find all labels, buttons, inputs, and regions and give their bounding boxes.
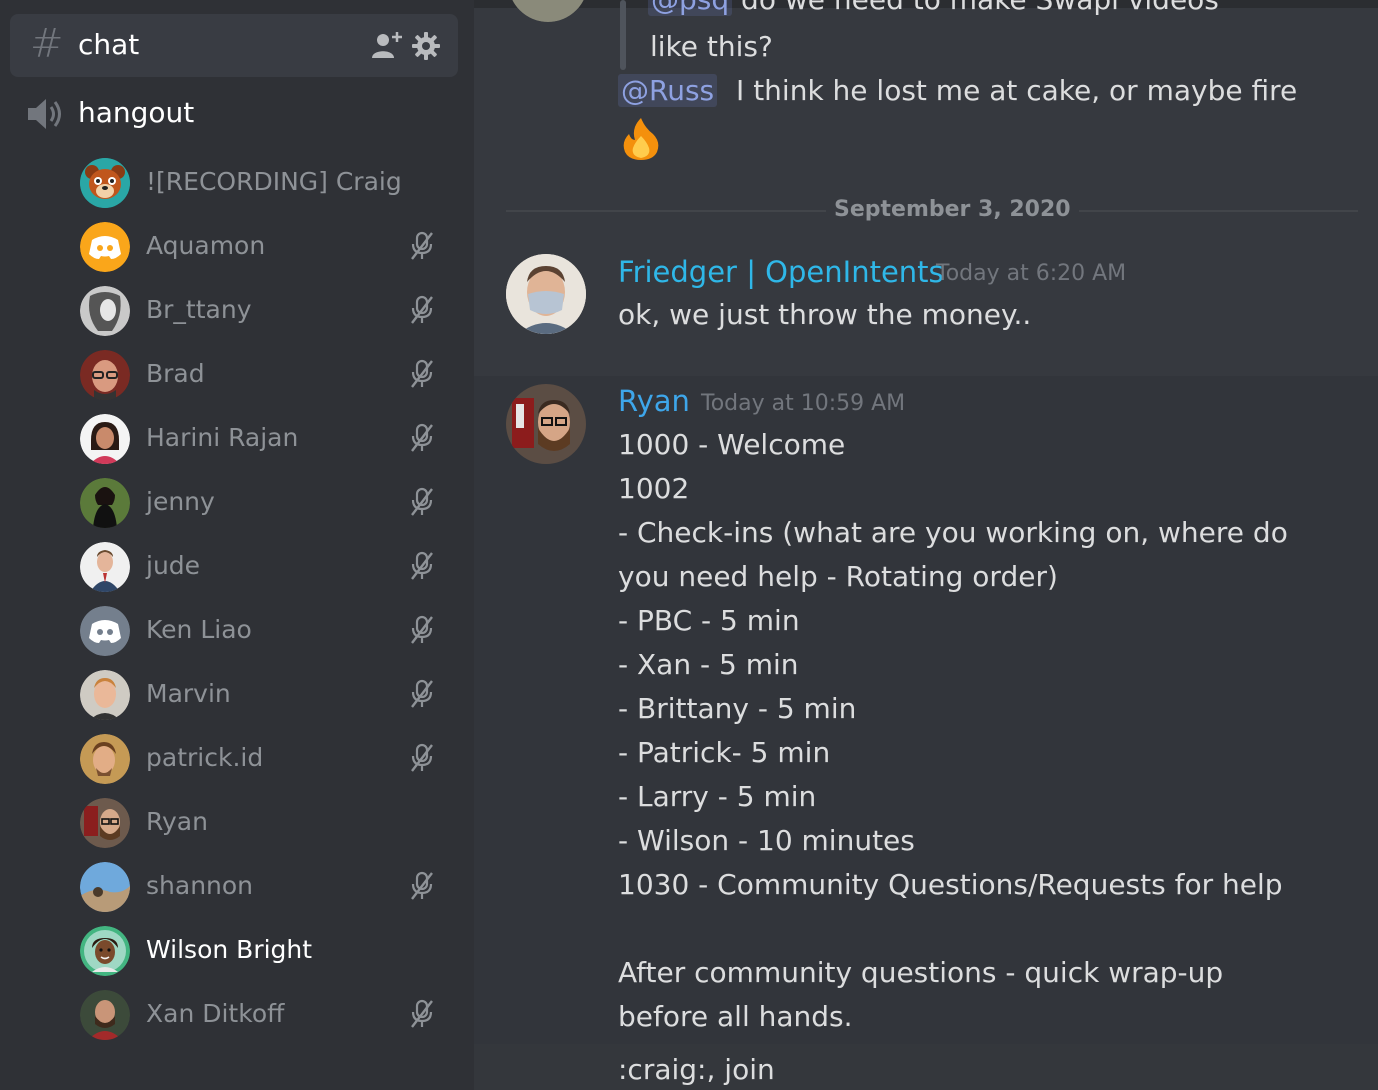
muted-icon xyxy=(411,231,433,260)
avatar xyxy=(80,286,130,336)
voice-member-xan-ditkoff[interactable]: Xan Ditkoff xyxy=(80,989,460,1041)
channel-name-hangout: hangout xyxy=(78,96,195,129)
message-line: 1000 - Welcome xyxy=(618,428,846,461)
avatar xyxy=(80,158,130,208)
member-name: Br_ttany xyxy=(146,295,252,324)
channel-sidebar: # chat hangout ![RECORDING] Craig Aquamo… xyxy=(0,0,474,1090)
voice-member-harini-rajan[interactable]: Harini Rajan xyxy=(80,413,460,465)
message-line-cutoff: @psq do we need to make Swapi videos xyxy=(648,0,1219,22)
message-line: - Brittany - 5 min xyxy=(618,692,857,725)
voice-member-aquamon[interactable]: Aquamon xyxy=(80,221,460,273)
muted-icon xyxy=(411,999,433,1028)
mention-russ[interactable]: @Russ xyxy=(618,74,718,107)
channel-item-hangout[interactable]: hangout xyxy=(26,94,466,134)
message-timestamp: Today at 6:20 AM xyxy=(936,261,1127,286)
voice-member-shannon[interactable]: shannon xyxy=(80,861,460,913)
member-name: Xan Ditkoff xyxy=(146,999,285,1028)
muted-icon xyxy=(411,423,433,452)
author-name[interactable]: Friedger | OpenIntents xyxy=(618,253,944,291)
voice-member-ken-liao[interactable]: Ken Liao xyxy=(80,605,460,657)
avatar xyxy=(80,542,130,592)
message-text: like this? xyxy=(650,30,773,63)
muted-icon xyxy=(411,487,433,516)
message-timestamp: Today at 10:59 AM xyxy=(701,391,906,416)
message-line: - Wilson - 10 minutes xyxy=(618,824,915,857)
avatar xyxy=(80,606,130,656)
member-name: patrick.id xyxy=(146,743,264,772)
avatar xyxy=(80,414,130,464)
mention-psq[interactable]: @psq xyxy=(648,0,733,16)
message-line: 1002 xyxy=(618,472,690,505)
author-name[interactable]: Ryan xyxy=(618,382,690,420)
message-text: :craig:, join xyxy=(618,1053,775,1086)
avatar xyxy=(80,222,130,272)
voice-member-ryan[interactable]: Ryan xyxy=(80,797,460,849)
avatar xyxy=(80,862,130,912)
member-name: jenny xyxy=(146,487,215,516)
gear-icon[interactable] xyxy=(412,32,440,60)
member-name: shannon xyxy=(146,871,254,900)
message-line-reply: @Russ I think he lost me at cake, or may… xyxy=(618,69,1297,113)
message-text: I think he lost me at cake, or maybe fir… xyxy=(736,74,1298,107)
channel-item-chat[interactable]: # chat xyxy=(10,14,458,77)
member-name: ![RECORDING] Craig xyxy=(146,167,402,196)
voice-member-br-ttany[interactable]: Br_ttany xyxy=(80,285,460,337)
voice-member-brad[interactable]: Brad xyxy=(80,349,460,401)
muted-icon xyxy=(411,295,433,324)
avatar xyxy=(508,0,588,22)
member-name: Brad xyxy=(146,359,205,388)
avatar xyxy=(80,734,130,784)
member-name: Ryan xyxy=(146,807,208,836)
message-line: After community questions - quick wrap-u… xyxy=(618,956,1224,989)
muted-icon xyxy=(411,679,433,708)
message-text: ok, we just throw the money.. xyxy=(618,298,1032,331)
avatar xyxy=(80,926,130,976)
message-line: - Patrick- 5 min xyxy=(618,736,831,769)
avatar xyxy=(80,990,130,1040)
message-text: do we need to make Swapi videos xyxy=(741,0,1219,16)
message-line: - Xan - 5 min xyxy=(618,648,799,681)
voice-member-patrick-id[interactable]: patrick.id xyxy=(80,733,460,785)
muted-icon xyxy=(411,359,433,388)
message-line: you need help - Rotating order) xyxy=(618,560,1058,593)
date-divider-label: September 3, 2020 xyxy=(826,194,1079,226)
voice-member-marvin[interactable]: Marvin xyxy=(80,669,460,721)
muted-icon xyxy=(411,871,433,900)
avatar[interactable] xyxy=(506,254,586,334)
message-line: - PBC - 5 min xyxy=(618,604,800,637)
voice-member-wilson-bright[interactable]: Wilson Bright xyxy=(80,925,460,977)
next-message-row: :craig:, join xyxy=(474,1044,1378,1090)
member-name: Aquamon xyxy=(146,231,266,260)
member-name: Ken Liao xyxy=(146,615,252,644)
hash-icon: # xyxy=(30,21,64,67)
avatar xyxy=(80,798,130,848)
muted-icon xyxy=(411,743,433,772)
channel-name-chat: chat xyxy=(78,28,140,61)
message-group-ryan: Ryan Today at 10:59 AM 1000 - Welcome 10… xyxy=(474,376,1378,1044)
muted-icon xyxy=(411,551,433,580)
message-line: - Check-ins (what are you working on, wh… xyxy=(618,516,1288,549)
member-name: Marvin xyxy=(146,679,231,708)
avatar xyxy=(80,350,130,400)
message-line: - Larry - 5 min xyxy=(618,780,817,813)
avatar xyxy=(80,478,130,528)
voice-member-craig[interactable]: ![RECORDING] Craig xyxy=(80,157,460,209)
quote-bar xyxy=(620,0,626,70)
message-line: before all hands. xyxy=(618,1000,853,1033)
fire-emoji-icon xyxy=(623,118,659,160)
member-name: jude xyxy=(146,551,201,580)
message-line: 1030 - Community Questions/Requests for … xyxy=(618,868,1283,901)
message-list[interactable]: @psq do we need to make Swapi videos lik… xyxy=(474,0,1378,1090)
add-member-icon[interactable] xyxy=(372,31,404,59)
avatar[interactable] xyxy=(506,384,586,464)
member-name: Harini Rajan xyxy=(146,423,299,452)
member-name: Wilson Bright xyxy=(146,935,313,964)
voice-member-jenny[interactable]: jenny xyxy=(80,477,460,529)
avatar xyxy=(80,670,130,720)
speaker-icon xyxy=(28,99,61,129)
muted-icon xyxy=(411,615,433,644)
voice-member-jude[interactable]: jude xyxy=(80,541,460,593)
